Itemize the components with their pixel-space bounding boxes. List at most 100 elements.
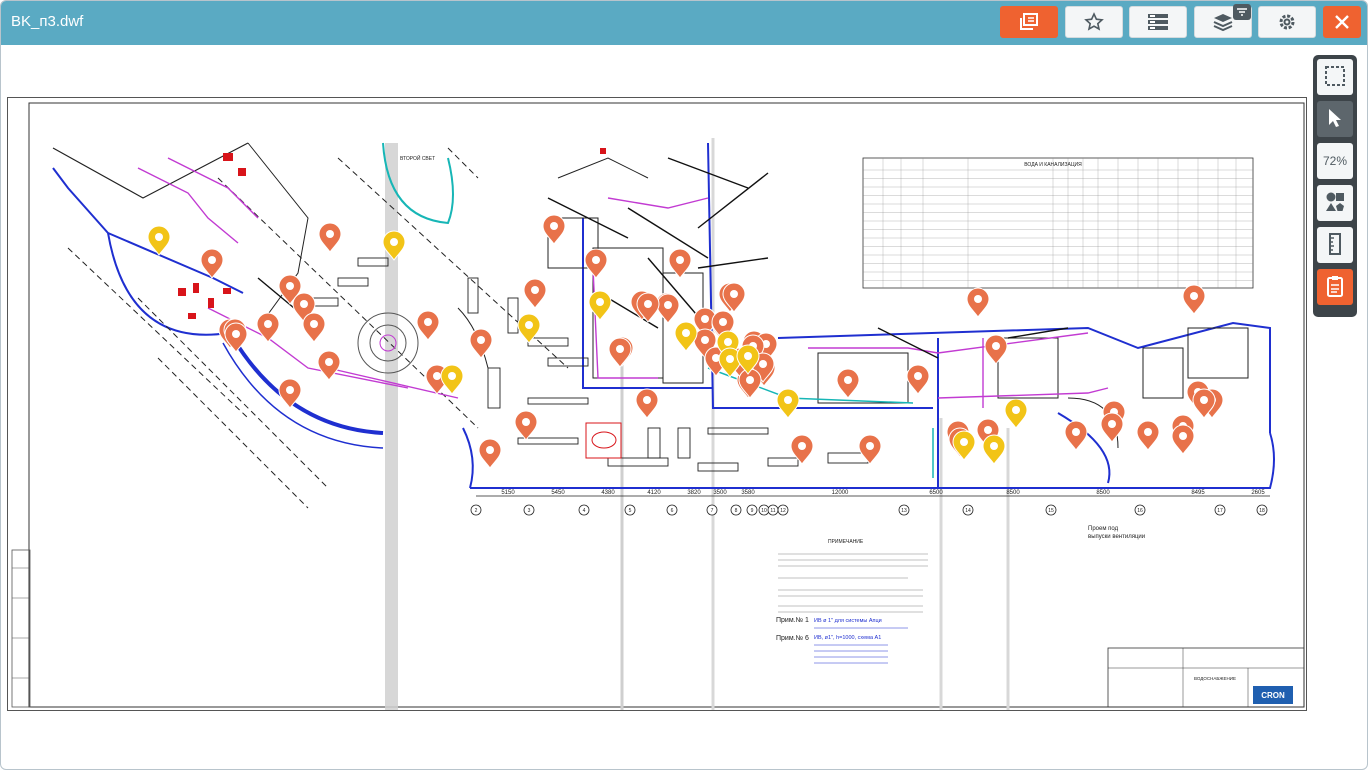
note1-label: Прим.№ 1 (776, 617, 809, 624)
viewer-window: BK_п3.dwf ВОДА И КАНАЛИЗАЦИЯ ПРИМЕЧАНИЕ … (0, 0, 1368, 770)
dimension-label: 3500 (713, 490, 727, 496)
drawing-canvas[interactable]: ВОДА И КАНАЛИЗАЦИЯ ПРИМЕЧАНИЕ Прим.№ 1 И… (7, 97, 1307, 711)
axis-label: 10 (761, 508, 767, 514)
issue-marker-orange[interactable] (416, 310, 440, 341)
title-bar: BK_п3.dwf (1, 1, 1367, 45)
issue-marker-orange[interactable] (256, 312, 280, 343)
axis-label: 9 (751, 508, 754, 514)
gear-icon (1277, 12, 1297, 32)
note2-label: Прим.№ 6 (776, 635, 809, 642)
axis-label: 12 (780, 508, 786, 514)
note2-text: ИВ, ø1", h=1000, схема A1 (814, 635, 881, 641)
issue-marker-orange[interactable] (635, 388, 659, 419)
issue-marker-orange[interactable] (523, 278, 547, 309)
issue-marker-orange[interactable] (738, 368, 762, 399)
axis-label: 2 (475, 508, 478, 514)
clipboard-button[interactable] (1317, 269, 1353, 305)
issue-marker-yellow[interactable] (588, 290, 612, 321)
copy-icon (1019, 13, 1039, 31)
issue-marker-yellow[interactable] (952, 430, 976, 461)
axis-label: 5 (629, 508, 632, 514)
issue-marker-orange[interactable] (836, 368, 860, 399)
pointer-button[interactable] (1317, 101, 1353, 137)
dimension-label: 3820 (687, 490, 701, 496)
issue-marker-orange[interactable] (858, 434, 882, 465)
section-label: Проем под (1088, 526, 1119, 532)
issue-marker-orange[interactable] (1182, 284, 1206, 315)
shapes-icon (1324, 191, 1346, 216)
issue-marker-orange[interactable] (478, 438, 502, 469)
issue-marker-orange[interactable] (790, 434, 814, 465)
issue-marker-yellow[interactable] (982, 434, 1006, 465)
dimension-label: 6500 (929, 490, 943, 496)
select-area-button[interactable] (1317, 59, 1353, 95)
issue-marker-orange[interactable] (1064, 420, 1088, 451)
axis-label: 7 (711, 508, 714, 514)
document-title: BK_п3.dwf (11, 13, 84, 30)
layers-icon (1212, 12, 1234, 32)
issue-marker-orange[interactable] (584, 248, 608, 279)
issue-marker-yellow[interactable] (1004, 398, 1028, 429)
issue-marker-orange[interactable] (302, 312, 326, 343)
favorite-button[interactable] (1065, 6, 1123, 38)
issue-marker-orange[interactable] (469, 328, 493, 359)
settings-button[interactable] (1258, 6, 1316, 38)
side-toolbar: 72% (1313, 55, 1357, 317)
notes-title: ПРИМЕЧАНИЕ (828, 539, 864, 545)
note1-text: ИВ ø 1" для системы Апци (814, 618, 882, 624)
company-logo: CRON (1261, 691, 1285, 700)
close-button[interactable] (1323, 6, 1361, 38)
second-light-label: ВТОРОЙ СВЕТ (400, 154, 435, 162)
layers-button[interactable] (1194, 4, 1252, 38)
ruler-icon (1324, 232, 1346, 258)
axis-label: 6 (671, 508, 674, 514)
issue-marker-orange[interactable] (906, 364, 930, 395)
issue-marker-orange[interactable] (656, 293, 680, 324)
star-icon (1084, 12, 1104, 32)
section-label-2: выпуски вентиляции (1088, 534, 1145, 540)
axis-label: 13 (901, 508, 907, 514)
dimension-label: 5150 (501, 490, 515, 496)
issue-marker-orange[interactable] (1100, 412, 1124, 443)
dimension-label: 3580 (741, 490, 755, 496)
close-icon (1334, 14, 1350, 30)
axis-label: 4 (583, 508, 586, 514)
axis-label: 3 (528, 508, 531, 514)
issue-marker-orange[interactable] (966, 287, 990, 318)
dimension-label: 2605 (1251, 490, 1265, 496)
issue-marker-orange[interactable] (542, 214, 566, 245)
issue-marker-orange[interactable] (224, 322, 248, 353)
dimension-label: 8495 (1191, 490, 1205, 496)
axis-label: 14 (965, 508, 971, 514)
zoom-level[interactable]: 72% (1317, 143, 1353, 179)
axis-label: 15 (1048, 508, 1054, 514)
axis-label: 11 (770, 508, 775, 514)
issue-marker-yellow[interactable] (776, 388, 800, 419)
table-title: ВОДА И КАНАЛИЗАЦИЯ (1024, 162, 1082, 168)
axis-label: 16 (1137, 508, 1143, 514)
issue-marker-orange[interactable] (514, 410, 538, 441)
issue-marker-orange[interactable] (317, 350, 341, 381)
pointer-icon (1326, 107, 1344, 132)
issue-marker-yellow[interactable] (440, 364, 464, 395)
ruler-button[interactable] (1317, 227, 1353, 263)
dimension-label: 4380 (601, 490, 615, 496)
stamp-title: ВОДОСНАБЖЕНИЕ (1194, 676, 1236, 681)
dimension-label: 4120 (647, 490, 661, 496)
markup-panel-button[interactable] (1000, 6, 1058, 38)
properties-button[interactable] (1129, 6, 1187, 38)
shapes-button[interactable] (1317, 185, 1353, 221)
issue-marker-orange[interactable] (278, 378, 302, 409)
list-icon (1147, 13, 1169, 31)
issue-marker-yellow[interactable] (674, 321, 698, 352)
issue-marker-yellow[interactable] (517, 313, 541, 344)
issue-marker-orange[interactable] (668, 248, 692, 279)
issue-marker-orange[interactable] (1171, 424, 1195, 455)
issue-marker-orange[interactable] (318, 222, 342, 253)
dimension-label: 8500 (1006, 490, 1020, 496)
issue-marker-orange[interactable] (608, 337, 632, 368)
issue-marker-orange[interactable] (984, 334, 1008, 365)
axis-label: 17 (1217, 508, 1223, 514)
title-block: ВОДОСНАБЖЕНИЕ CRON (1107, 647, 1305, 708)
issue-marker-orange[interactable] (1136, 420, 1160, 451)
